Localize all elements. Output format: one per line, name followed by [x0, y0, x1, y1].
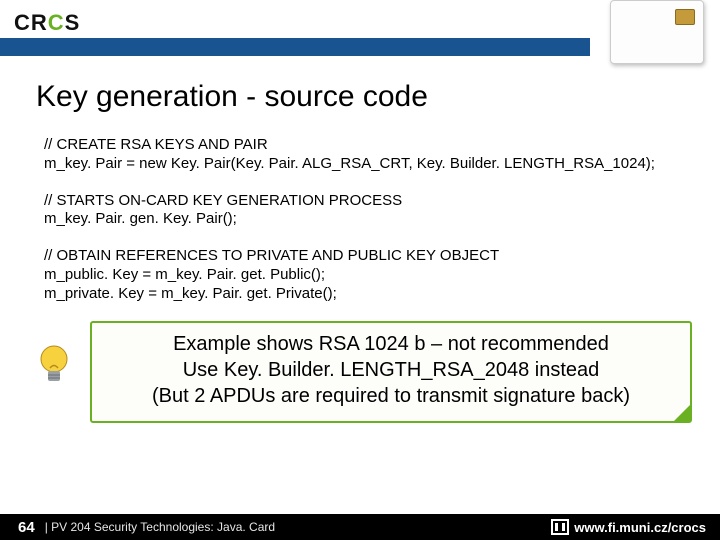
- logo: CRCS: [14, 10, 80, 36]
- chip-icon: [675, 9, 695, 25]
- code-line: m_public. Key = m_key. Pair. get. Public…: [44, 266, 720, 285]
- code-line: m_key. Pair. gen. Key. Pair();: [44, 210, 720, 229]
- header-stripe: [0, 38, 590, 56]
- code-group: // STARTS ON-CARD KEY GENERATION PROCESS…: [44, 192, 720, 230]
- page-number: 64: [0, 519, 45, 536]
- code-comment: // CREATE RSA KEYS AND PAIR: [44, 136, 720, 155]
- header: CRCS: [0, 0, 720, 52]
- note-line: Example shows RSA 1024 b – not recommend…: [102, 331, 680, 357]
- code-comment: // OBTAIN REFERENCES TO PRIVATE AND PUBL…: [44, 247, 720, 266]
- note-line: Use Key. Builder. LENGTH_RSA_2048 instea…: [102, 357, 680, 383]
- code-line: m_private. Key = m_key. Pair. get. Priva…: [44, 285, 720, 304]
- logo-part: C: [48, 10, 65, 35]
- course-label: | PV 204 Security Technologies: Java. Ca…: [45, 520, 275, 534]
- logo-part: CR: [14, 10, 48, 35]
- code-block: // CREATE RSA KEYS AND PAIR m_key. Pair …: [44, 136, 720, 303]
- note-line: (But 2 APDUs are required to transmit si…: [102, 383, 680, 409]
- note-box: Example shows RSA 1024 b – not recommend…: [90, 321, 692, 423]
- slide: CRCS Key generation - source code // CRE…: [0, 0, 720, 540]
- university-logo-icon: [550, 518, 570, 536]
- footer-url: www.fi.muni.cz/crocs: [574, 520, 706, 535]
- lightbulb-icon: [30, 341, 78, 389]
- slide-title: Key generation - source code: [36, 80, 720, 114]
- code-comment: // STARTS ON-CARD KEY GENERATION PROCESS: [44, 192, 720, 211]
- code-line: m_key. Pair = new Key. Pair(Key. Pair. A…: [44, 155, 720, 174]
- logo-part: S: [65, 10, 81, 35]
- footer: 64 | PV 204 Security Technologies: Java.…: [0, 514, 720, 540]
- smartcard-icon: [610, 0, 704, 64]
- code-group: // CREATE RSA KEYS AND PAIR m_key. Pair …: [44, 136, 720, 174]
- code-group: // OBTAIN REFERENCES TO PRIVATE AND PUBL…: [44, 247, 720, 303]
